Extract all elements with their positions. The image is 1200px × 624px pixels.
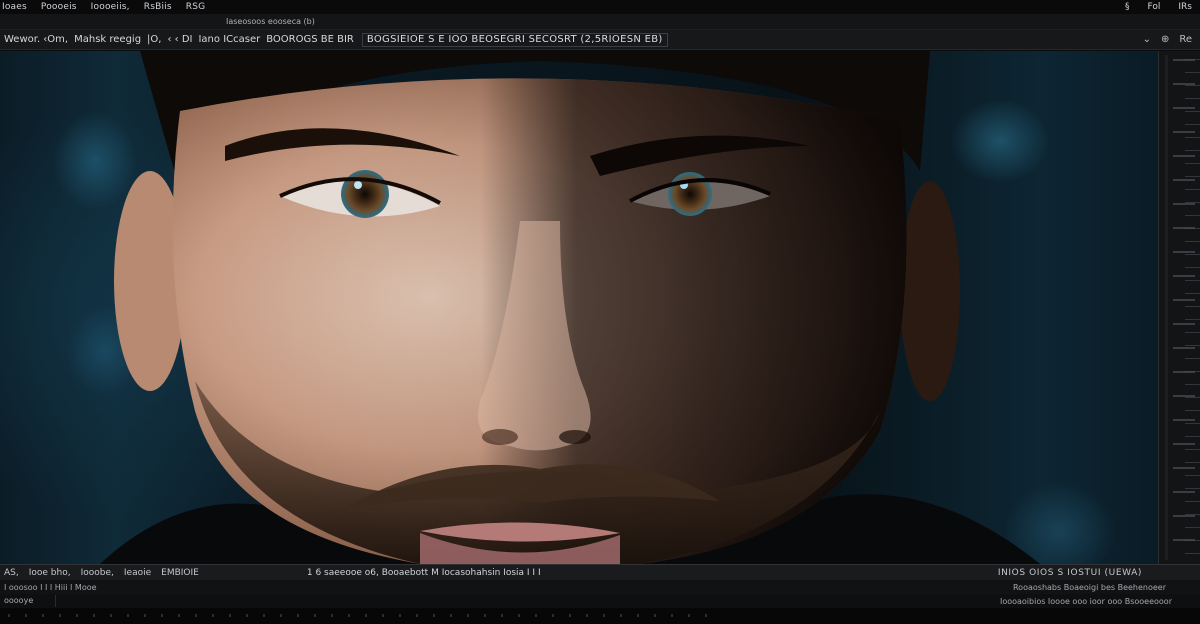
status-center: 1 6 saeeooe o6, Booaebott M Iocasohahsin… (306, 567, 541, 578)
tool-option-2[interactable]: |O, (147, 34, 161, 45)
tool-option-4[interactable]: Iano ICcaser (198, 34, 260, 45)
status-item-0: AS, (4, 567, 19, 578)
status-left: AS, Iooe bho, Iooobe, Ieaoie EMBIOIE (0, 568, 199, 578)
image-canvas[interactable] (0, 51, 1158, 564)
document-title: Iaseosoos eooseca (b) (226, 17, 315, 26)
tool-option-5[interactable]: BOOROGS BE BIR (266, 34, 354, 45)
status-item-3: Ieaoie (123, 567, 152, 578)
nostril-left (482, 429, 518, 445)
command-input[interactable]: ooooye (0, 595, 56, 607)
tool-option-1[interactable]: Mahsk reegig (74, 34, 141, 45)
status-item-4: EMBIOIE (161, 567, 199, 578)
footer-bar (0, 608, 1200, 624)
close-button[interactable]: IRs (1178, 2, 1192, 12)
tool-option-3[interactable]: ‹ ‹ DI (167, 34, 192, 45)
status-item-1: Iooe bho, (28, 567, 71, 578)
status-bar: AS, Iooe bho, Iooobe, Ieaoie EMBIOIE 1 6… (0, 564, 1200, 580)
menu-bar: Ioaes Poooeis Ioooeiis, RsBiis RSG § Fol… (0, 0, 1200, 14)
menu-item-image[interactable]: Ioooeiis, (91, 2, 130, 12)
menu: Ioaes Poooeis Ioooeiis, RsBiis RSG (0, 2, 205, 12)
toolbar-icons: ⌄ ⊕ Re (1143, 34, 1200, 45)
panel-ruler-minor (1185, 59, 1200, 559)
breadcrumb-field[interactable]: BOGSIEIOE S E IOO BEOSEGRI SECOSRT (2,5R… (361, 32, 668, 47)
vertical-scrollbar[interactable] (1165, 55, 1168, 560)
status-item-2: Iooobe, (80, 567, 114, 578)
input-row: ooooye Ioooaoibios Ioooe ooo ioor ooo Bs… (0, 594, 1200, 608)
title-bar: Iaseosoos eooseca (b) (0, 14, 1200, 30)
panel-icon[interactable]: Re (1179, 34, 1192, 45)
options-toolbar: Wewor. ‹Om, Mahsk reegig |O, ‹ ‹ DI Iano… (0, 30, 1200, 50)
menu-item-layer[interactable]: RsBiis (144, 2, 172, 12)
settings-icon[interactable]: ⊕ (1161, 34, 1169, 45)
right-panel (1158, 51, 1200, 564)
maximize-button[interactable]: Fol (1148, 2, 1161, 12)
nostril-right (559, 430, 591, 444)
tool-options: Wewor. ‹Om, Mahsk reegig |O, ‹ ‹ DI Iano… (0, 34, 354, 45)
chevron-down-icon[interactable]: ⌄ (1143, 34, 1151, 45)
status-right: INIOS OIOS S IOSTUI (UEWA) (997, 567, 1142, 578)
ear-right (900, 181, 960, 401)
eye-left-highlight (354, 181, 362, 189)
menu-item-file[interactable]: Ioaes (2, 2, 27, 12)
layers-right: Rooaoshabs Boaeoigi bes Beehenoeer (1012, 582, 1166, 592)
layers-left: I ooosoo I I I Hiii I Mooe (4, 582, 97, 592)
footer-dots (8, 614, 708, 617)
menu-item-edit[interactable]: Poooeis (41, 2, 77, 12)
tool-option-0[interactable]: Wewor. ‹Om, (4, 34, 68, 45)
window-controls: § Fol IRs (1125, 2, 1200, 12)
minimize-button[interactable]: § (1125, 2, 1130, 12)
portrait-photo (100, 51, 1040, 564)
menu-item-view[interactable]: RSG (186, 2, 206, 12)
input-row-info: Ioooaoibios Ioooe ooo ioor ooo Bsooeeooo… (999, 596, 1172, 606)
layers-strip: I ooosoo I I I Hiii I Mooe Rooaoshabs Bo… (0, 580, 1200, 594)
